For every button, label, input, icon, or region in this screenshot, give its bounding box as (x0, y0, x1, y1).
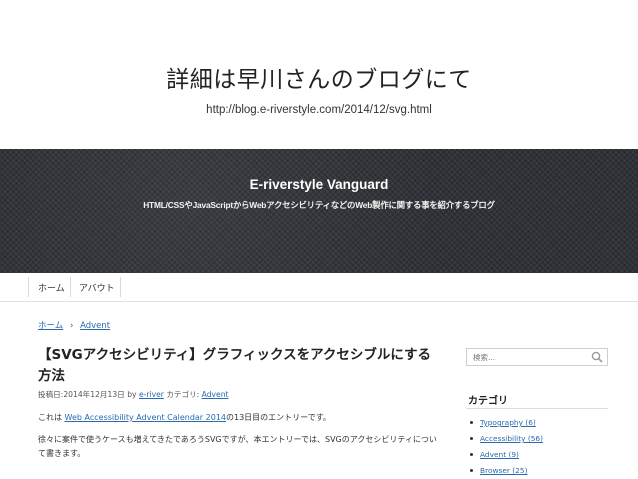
posted-label: 投稿日: (38, 390, 64, 399)
nav-divider (120, 277, 121, 297)
list-item: Accessibility (56) (470, 431, 543, 447)
widget-divider (466, 408, 608, 409)
site-description: HTML/CSSやJavaScriptからWebアクセシビリティなどのWeb製作… (143, 200, 495, 210)
category-list: Typography (6) Accessibility (56) Advent… (470, 415, 543, 479)
category-link-typography[interactable]: Typography (6) (480, 418, 536, 427)
nav-divider (70, 277, 71, 297)
post-meta: 投稿日:2014年12月13日 by e-river カテゴリ: Advent (38, 389, 229, 400)
search-input[interactable] (467, 349, 585, 365)
site-header-banner: E-riverstyle Vanguard HTML/CSSやJavaScrip… (0, 149, 638, 273)
para1-prefix: これは (38, 413, 62, 422)
main-nav: ホーム アバウト (0, 273, 638, 302)
breadcrumb-separator: › (69, 321, 74, 331)
post-paragraph-2: 徐々に案件で使うケースも増えてきたであろうSVGですが、本エントリーでは、SVG… (38, 435, 437, 458)
site-title[interactable]: E-riverstyle Vanguard (0, 177, 638, 192)
post-title: 【SVGアクセシビリティ】グラフィックスをアクセシブルにする方法 (38, 347, 432, 384)
by-label: by (127, 390, 137, 399)
slide-title: 詳細は早川さんのブログにて (166, 67, 472, 93)
post-category-link[interactable]: Advent (202, 390, 229, 399)
post-paragraph-1: これは Web Accessibility Advent Calendar 20… (38, 411, 438, 425)
breadcrumb-home-link[interactable]: ホーム (38, 321, 63, 331)
post-date: 2014年12月13日 (63, 390, 125, 399)
nav-about-link[interactable]: アバウト (79, 281, 115, 294)
nav-home-link[interactable]: ホーム (38, 281, 65, 294)
breadcrumb-category-link[interactable]: Advent (80, 321, 110, 331)
category-widget-title: カテゴリ (468, 396, 508, 407)
list-item: Typography (6) (470, 415, 543, 431)
advent-calendar-link[interactable]: Web Accessibility Advent Calendar 2014 (65, 413, 226, 422)
blog-screenshot: E-riverstyle Vanguard HTML/CSSやJavaScrip… (0, 149, 638, 479)
category-link-accessibility[interactable]: Accessibility (56) (480, 434, 543, 443)
para1-suffix: の13日目のエントリーです。 (226, 413, 331, 422)
search-icon[interactable] (591, 351, 603, 363)
category-label: カテゴリ: (166, 390, 200, 399)
slide-url: http://blog.e-riverstyle.com/2014/12/svg… (206, 104, 432, 116)
category-link-advent[interactable]: Advent (9) (480, 450, 519, 459)
category-link-browser[interactable]: Browser (25) (480, 466, 527, 475)
author-link[interactable]: e-river (139, 390, 164, 399)
nav-divider (28, 277, 29, 297)
breadcrumb: ホーム › Advent (38, 319, 110, 331)
sidebar-search (466, 348, 608, 366)
list-item: Browser (25) (470, 463, 543, 479)
list-item: Advent (9) (470, 447, 543, 463)
